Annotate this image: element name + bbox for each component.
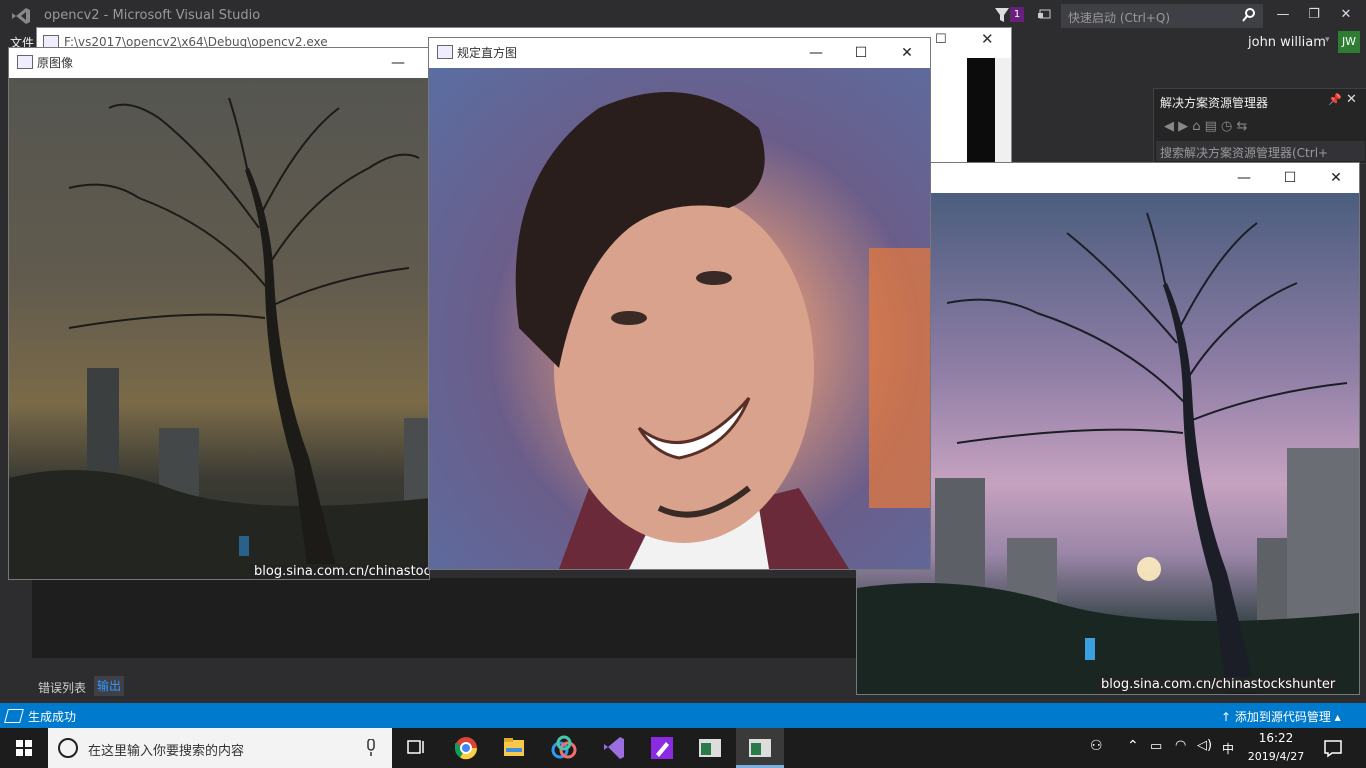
result-image: blog.sina.com.cn/chinastockshunter <box>857 193 1359 694</box>
quick-launch-placeholder: 快速启动 (Ctrl+Q) <box>1068 11 1171 25</box>
tab-error-list[interactable]: 错误列表 <box>38 679 86 696</box>
portrait-image <box>515 92 930 569</box>
vs-minimize-button[interactable]: — <box>1268 4 1298 26</box>
status-bar: 生成成功 ↑ 添加到源代码管理 ▴ <box>0 703 1366 728</box>
chrome-icon[interactable] <box>442 728 490 768</box>
baidu-netdisk-icon[interactable] <box>540 728 588 768</box>
taskbar-search-placeholder: 在这里输入你要搜索的内容 <box>88 744 245 759</box>
original-window-title: 原图像 <box>37 56 74 70</box>
status-message: 生成成功 <box>28 710 77 724</box>
chevron-down-icon[interactable]: ▾ <box>1325 35 1330 45</box>
specified-maximize-button[interactable]: ☐ <box>838 38 884 68</box>
window-app-icon <box>437 45 453 59</box>
quick-launch-input[interactable]: 快速启动 (Ctrl+Q) <box>1061 4 1263 28</box>
console-maximize-button[interactable]: ☐ <box>935 32 947 47</box>
specified-close-button[interactable]: ✕ <box>884 38 930 68</box>
result-maximize-button[interactable]: ☐ <box>1267 163 1313 193</box>
output-panel[interactable] <box>32 578 856 658</box>
input-method-indicator[interactable]: 中 <box>1222 740 1234 757</box>
specified-reference-image <box>429 68 930 569</box>
visual-studio-logo-icon <box>12 8 30 24</box>
solution-explorer-title: 解决方案资源管理器 <box>1160 96 1269 110</box>
tree-enhanced-image <box>857 212 1359 694</box>
solution-toolbar[interactable]: ◀ ▶ ⌂ ▤ ◷ ⇆ <box>1164 119 1247 134</box>
user-name[interactable]: john william <box>1248 35 1326 50</box>
wifi-icon[interactable]: ◠ <box>1175 738 1186 753</box>
clock-date[interactable]: 2019/4/27 <box>1246 750 1306 763</box>
visual-studio-taskbar-icon[interactable] <box>590 728 638 768</box>
file-explorer-icon[interactable] <box>490 728 538 768</box>
notification-center-icon[interactable] <box>1322 738 1344 758</box>
specified-window-title: 规定直方图 <box>457 46 518 60</box>
close-icon[interactable]: ✕ <box>1346 92 1357 107</box>
vs-close-button[interactable]: ✕ <box>1331 4 1361 26</box>
solution-search-input[interactable]: 搜索解决方案资源管理器(Ctrl+ <box>1156 141 1365 161</box>
pen-app-icon[interactable] <box>638 728 686 768</box>
task-view-icon[interactable] <box>392 728 440 768</box>
solution-search-placeholder: 搜索解决方案资源管理器(Ctrl+ <box>1160 146 1329 160</box>
windows-start-icon[interactable] <box>0 728 48 768</box>
window-title: opencv2 - Microsoft Visual Studio <box>44 8 261 23</box>
battery-icon[interactable]: ▭ <box>1150 739 1162 754</box>
result-image-window[interactable]: — ☐ ✕ blog.sina.com.cn/chinastockshunter <box>856 162 1360 695</box>
tree-silhouette-image <box>9 97 429 579</box>
console-close-button[interactable]: ✕ <box>981 30 994 48</box>
window-app-icon <box>17 55 33 69</box>
volume-icon[interactable]: ◁) <box>1197 738 1212 753</box>
result-watermark: blog.sina.com.cn/chinastockshunter <box>1098 677 1339 692</box>
vs-maximize-button[interactable]: ❐ <box>1299 4 1329 26</box>
specified-minimize-button[interactable]: — <box>793 38 839 68</box>
console-scrollbar[interactable] <box>995 58 1011 162</box>
taskbar: 在这里输入你要搜索的内容 ⚇ ⌃ ▭ ◠ ◁) 中 16:22 2019/4/2… <box>0 728 1366 768</box>
status-icon <box>4 709 24 723</box>
pin-icon[interactable]: 📌 <box>1328 93 1342 106</box>
original-watermark: blog.sina.com.cn/chinastockshunter <box>251 564 429 579</box>
clock-time[interactable]: 16:22 <box>1246 731 1306 745</box>
taskbar-search-input[interactable]: 在这里输入你要搜索的内容 <box>48 728 392 768</box>
opencv-window-icon[interactable] <box>686 728 734 768</box>
notification-count-badge[interactable]: 1 <box>1010 7 1024 22</box>
result-minimize-button[interactable]: — <box>1221 163 1267 193</box>
search-icon[interactable] <box>1242 8 1256 22</box>
original-image-window[interactable]: 原图像 — blog.sina.com.cn/chinastockshunter <box>8 47 430 580</box>
original-minimize-button[interactable]: — <box>375 48 421 78</box>
result-close-button[interactable]: ✕ <box>1313 163 1359 193</box>
microphone-icon[interactable] <box>366 739 376 757</box>
feedback-icon[interactable] <box>1037 7 1053 23</box>
people-icon[interactable]: ⚇ <box>1090 738 1103 754</box>
cortana-icon <box>58 738 78 758</box>
solution-explorer-panel[interactable]: 解决方案资源管理器 📌 ✕ ◀ ▶ ⌂ ▤ ◷ ⇆ 搜索解决方案资源管理器(Ct… <box>1153 88 1366 164</box>
opencv-window-active-icon[interactable] <box>736 728 784 768</box>
original-image: blog.sina.com.cn/chinastockshunter <box>9 78 429 579</box>
specified-histogram-window[interactable]: 规定直方图 — ☐ ✕ <box>428 37 931 570</box>
add-to-source-control-button[interactable]: ↑ 添加到源代码管理 ▴ <box>1221 708 1341 725</box>
avatar[interactable]: JW <box>1338 31 1360 53</box>
tray-chevron-up-icon[interactable]: ⌃ <box>1127 738 1139 754</box>
tab-output[interactable]: 输出 <box>94 676 125 696</box>
output-scrollbar[interactable] <box>32 658 856 674</box>
